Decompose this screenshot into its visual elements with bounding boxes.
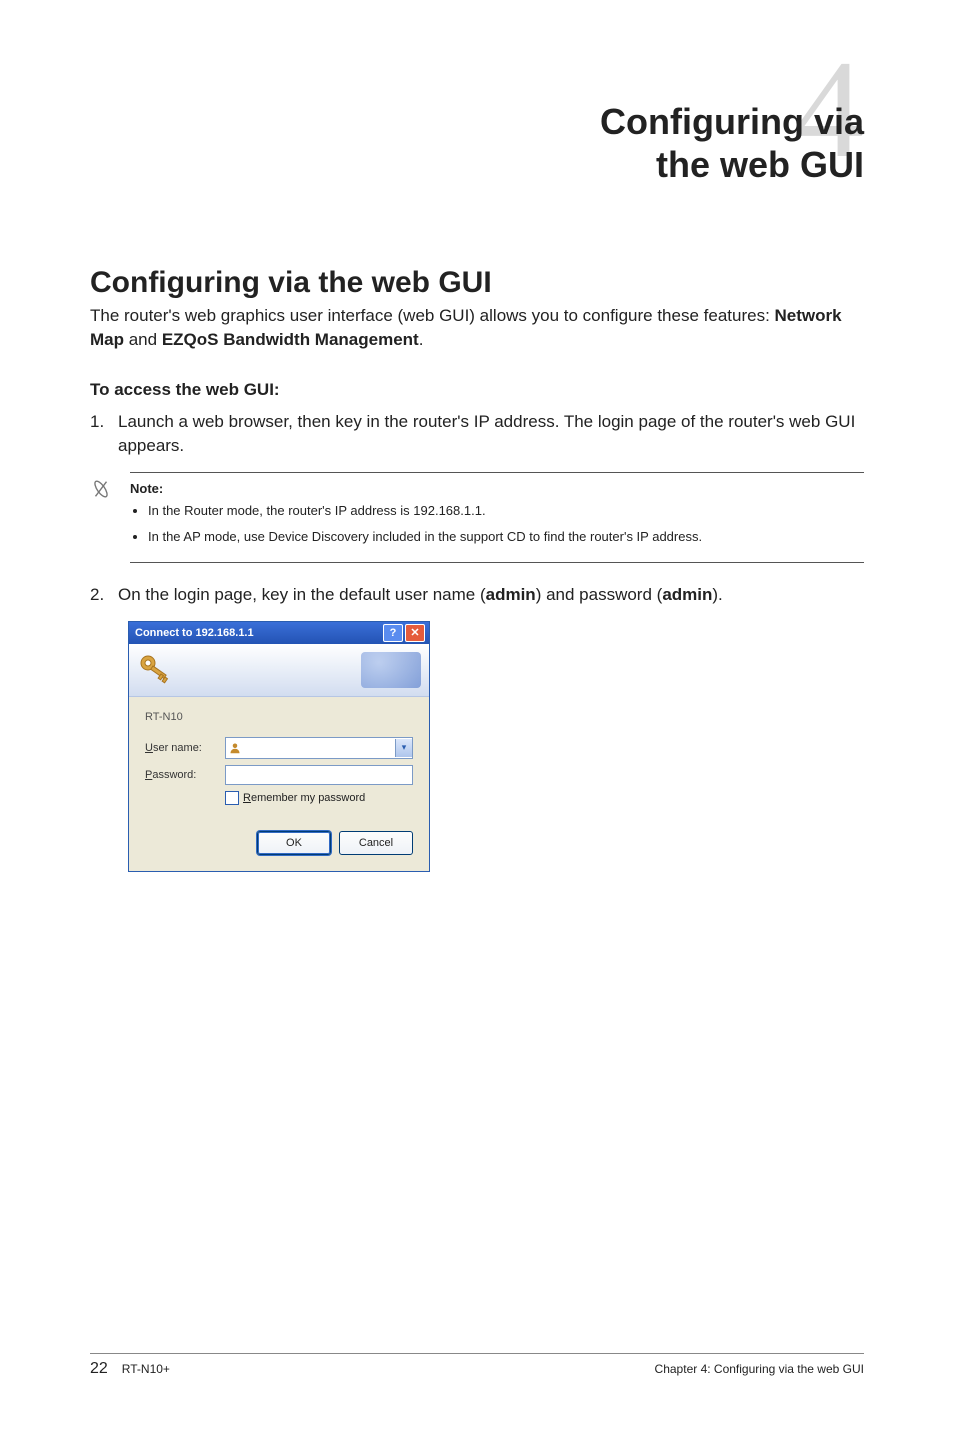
remember-row: Remember my password <box>225 791 413 805</box>
step-2-bold-2: admin <box>662 585 712 604</box>
step-2-mid: ) and password ( <box>536 585 663 604</box>
remember-checkbox[interactable] <box>225 791 239 805</box>
page-footer: 22 RT-N10+ Chapter 4: Configuring via th… <box>90 1353 864 1378</box>
note-bullet-2: In the AP mode, use Device Discovery inc… <box>148 528 864 546</box>
user-icon <box>226 742 244 754</box>
section-heading: Configuring via the web GUI <box>90 266 864 300</box>
close-button[interactable]: ✕ <box>405 624 425 642</box>
chapter-title: Configuring via the web GUI <box>600 100 864 186</box>
note-label: Note: <box>130 481 864 496</box>
note-body: Note: In the Router mode, the router's I… <box>130 472 864 563</box>
chapter-header: 4 Configuring via the web GUI <box>90 100 864 186</box>
cancel-button[interactable]: Cancel <box>339 831 413 855</box>
dialog-banner <box>129 644 429 697</box>
chapter-title-line2: the web GUI <box>656 144 864 185</box>
step-1-text: Launch a web browser, then key in the ro… <box>118 410 864 458</box>
step-1: 1. Launch a web browser, then key in the… <box>90 410 864 458</box>
help-button[interactable]: ? <box>383 624 403 642</box>
password-label: Password: <box>145 769 225 781</box>
section-intro: The router's web graphics user interface… <box>90 304 864 352</box>
username-input[interactable] <box>244 739 395 757</box>
step-2: 2. On the login page, key in the default… <box>90 583 864 607</box>
intro-text-post: . <box>419 330 424 349</box>
note-block: Note: In the Router mode, the router's I… <box>90 472 864 563</box>
instruction-list-2: 2. On the login page, key in the default… <box>90 583 864 607</box>
dialog-titlebar: Connect to 192.168.1.1 ? ✕ <box>129 622 429 644</box>
step-1-number: 1. <box>90 410 118 458</box>
step-2-text: On the login page, key in the default us… <box>118 583 864 607</box>
footer-left: 22 RT-N10+ <box>90 1360 170 1378</box>
chapter-title-line1: Configuring via <box>600 101 864 142</box>
dialog-button-row: OK Cancel <box>145 831 413 855</box>
step-2-pre: On the login page, key in the default us… <box>118 585 486 604</box>
step-2-bold-1: admin <box>486 585 536 604</box>
note-bullets: In the Router mode, the router's IP addr… <box>130 502 864 546</box>
footer-model: RT-N10+ <box>122 1362 170 1376</box>
page-number: 22 <box>90 1360 108 1378</box>
dialog-body: RT-N10 User name: ▾ Pass <box>129 697 429 871</box>
note-bullet-1: In the Router mode, the router's IP addr… <box>148 502 864 520</box>
username-label-rest: ser name: <box>153 742 202 754</box>
titlebar-buttons: ? ✕ <box>383 624 425 642</box>
username-combo[interactable]: ▾ <box>225 737 413 759</box>
username-label-u: U <box>145 742 153 754</box>
intro-text-mid: and <box>124 330 162 349</box>
intro-bold-2: EZQoS Bandwidth Management <box>162 330 419 349</box>
password-input[interactable] <box>225 765 413 785</box>
username-row: User name: ▾ <box>145 737 413 759</box>
intro-text-pre: The router's web graphics user interface… <box>90 306 775 325</box>
step-2-post: ). <box>712 585 722 604</box>
key-icon <box>137 650 173 689</box>
document-page: 4 Configuring via the web GUI Configurin… <box>0 0 954 1438</box>
instruction-list: 1. Launch a web browser, then key in the… <box>90 410 864 458</box>
remember-label-u: R <box>243 792 251 804</box>
password-row: Password: <box>145 765 413 785</box>
password-label-rest: assword: <box>152 769 196 781</box>
ok-button[interactable]: OK <box>257 831 331 855</box>
login-dialog: Connect to 192.168.1.1 ? ✕ <box>128 621 430 872</box>
note-icon <box>90 472 130 563</box>
username-field-wrap: ▾ <box>225 737 413 759</box>
remember-label-rest: emember my password <box>251 792 365 804</box>
dialog-server-label: RT-N10 <box>145 711 413 723</box>
instructions-subheading: To access the web GUI: <box>90 380 864 400</box>
username-label: User name: <box>145 742 225 754</box>
banner-decoration <box>361 652 421 688</box>
step-2-number: 2. <box>90 583 118 607</box>
remember-label: Remember my password <box>243 792 365 804</box>
password-field-wrap <box>225 765 413 785</box>
footer-chapter-ref: Chapter 4: Configuring via the web GUI <box>655 1362 864 1376</box>
dialog-title: Connect to 192.168.1.1 <box>135 627 254 639</box>
chevron-down-icon[interactable]: ▾ <box>395 739 412 757</box>
